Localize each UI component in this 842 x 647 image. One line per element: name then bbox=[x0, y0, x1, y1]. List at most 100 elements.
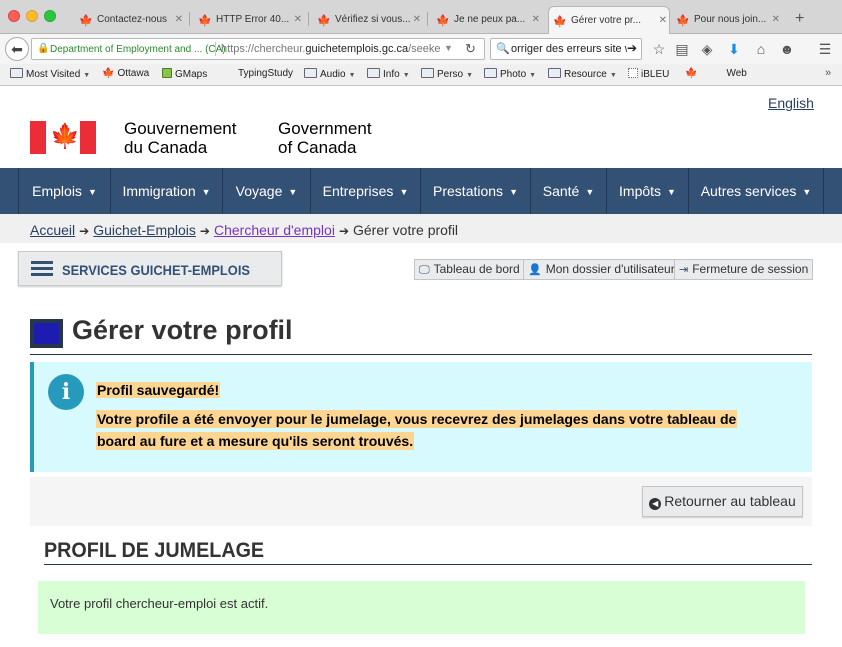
return-label: Retourner au tableau bbox=[664, 493, 796, 509]
url-dropdown-icon[interactable]: ▼ bbox=[444, 43, 453, 53]
bookmark-audio[interactable]: Audio ▼ bbox=[304, 68, 356, 80]
chevron-down-icon: ▼ bbox=[288, 187, 298, 197]
bookmark-star-icon[interactable]: ☆ bbox=[650, 41, 668, 57]
bookmark-label: Photo bbox=[500, 69, 527, 80]
circle-arrow-left-icon: ◀ bbox=[649, 498, 662, 510]
maple-leaf-icon: 🍁 bbox=[317, 15, 331, 27]
user-account-label: Mon dossier d'utilisateur bbox=[545, 262, 675, 276]
new-tab-button[interactable]: + bbox=[795, 10, 804, 28]
chevron-down-icon: ▼ bbox=[348, 72, 356, 79]
bookmarks-toolbar: Most Visited ▼ 🍁 Ottawa GMaps TypingStudy … bbox=[0, 64, 842, 86]
signature-en[interactable]: Government of Canada bbox=[278, 119, 372, 157]
signature-fr[interactable]: Gouvernement du Canada bbox=[124, 119, 236, 157]
page-icon bbox=[628, 68, 638, 78]
folder-icon bbox=[10, 68, 23, 78]
bookmark-photo[interactable]: Photo ▼ bbox=[484, 68, 536, 80]
info-alert: i Profil sauvegardé! Votre profile a été… bbox=[30, 362, 812, 472]
close-tab-icon[interactable]: ✕ bbox=[413, 14, 421, 25]
tab-label: HTTP Error 40... bbox=[216, 14, 290, 25]
bookmark-label: Audio bbox=[320, 69, 346, 80]
chevron-down-icon: ▼ bbox=[529, 72, 537, 79]
downloads-icon[interactable]: ⬇ bbox=[725, 41, 743, 57]
reading-list-icon[interactable]: ▤ bbox=[673, 41, 691, 57]
alert-heading: Profil sauvegardé! bbox=[96, 382, 221, 398]
menu-item-autres-services[interactable]: Autres services ▼ bbox=[688, 168, 824, 214]
site-identity[interactable]: Department of Employment and ... (CA) bbox=[50, 44, 226, 55]
return-to-dashboard-button[interactable]: ◀ Retourner au tableau bbox=[642, 486, 803, 517]
close-tab-icon[interactable]: ✕ bbox=[659, 15, 667, 26]
search-go-icon[interactable]: ➔ bbox=[627, 41, 637, 55]
menu-item-label: Entreprises bbox=[322, 183, 394, 199]
bookmark-perso[interactable]: Perso ▼ bbox=[421, 68, 473, 80]
back-button[interactable]: ⬅ bbox=[5, 37, 29, 61]
menu-item-sante[interactable]: Santé ▼ bbox=[530, 168, 606, 214]
chat-icon[interactable]: ☻ bbox=[778, 41, 796, 57]
maple-leaf-icon: 🍁 bbox=[79, 15, 93, 27]
close-window-button[interactable] bbox=[8, 10, 20, 22]
minimize-window-button[interactable] bbox=[26, 10, 38, 22]
url-text[interactable]: https://chercheur.guichetemplois.gc.ca/s… bbox=[221, 43, 441, 55]
menu-item-label: Emplois bbox=[32, 183, 82, 199]
browser-tab-http-error[interactable]: 🍁 HTTP Error 40... ✕ bbox=[194, 6, 304, 34]
canada-flag-logo[interactable]: 🍁 bbox=[30, 121, 96, 154]
maple-leaf-icon: 🍁 bbox=[50, 123, 80, 150]
menu-item-immigration[interactable]: Immigration ▼ bbox=[110, 168, 222, 214]
more-bookmarks-icon[interactable]: » bbox=[825, 67, 831, 79]
chevron-down-icon: ▼ bbox=[585, 187, 595, 197]
maple-leaf-icon: 🍁 bbox=[436, 15, 450, 27]
tab-separator bbox=[189, 12, 190, 26]
bookmark-resource[interactable]: Resource ▼ bbox=[548, 68, 617, 80]
url-prefix: https://chercheur. bbox=[221, 43, 306, 55]
bookmark-label: Most Visited bbox=[26, 69, 81, 80]
browser-tab-contactez[interactable]: 🍁 Contactez-nous ✕ bbox=[75, 6, 185, 34]
chevron-down-icon: ▼ bbox=[83, 72, 91, 79]
close-tab-icon[interactable]: ✕ bbox=[294, 14, 302, 25]
bookmark-most-visited[interactable]: Most Visited ▼ bbox=[10, 68, 90, 80]
reload-icon[interactable]: ↻ bbox=[465, 41, 476, 57]
pocket-icon[interactable]: ◈ bbox=[698, 41, 716, 57]
menu-item-entreprises[interactable]: Entreprises ▼ bbox=[310, 168, 420, 214]
bookmark-info[interactable]: Info ▼ bbox=[367, 68, 410, 80]
breadcrumb-chercheur[interactable]: Chercheur d'emploi bbox=[214, 222, 335, 238]
hamburger-menu-icon[interactable]: ☰ bbox=[816, 41, 834, 57]
user-account-button[interactable]: 👤 Mon dossier d'utilisateur bbox=[523, 259, 680, 280]
breadcrumb-guichet-emplois[interactable]: Guichet-Emplois bbox=[93, 222, 196, 238]
search-input[interactable]: orriger des erreurs site w bbox=[511, 43, 627, 55]
breadcrumb-accueil[interactable]: Accueil bbox=[30, 222, 75, 238]
browser-tab-pour-nous[interactable]: 🍁 Pour nous join... ✕ bbox=[672, 6, 782, 34]
address-bar[interactable]: 🔒 Department of Employment and ... (CA) … bbox=[31, 38, 485, 60]
dashboard-button[interactable]: 🖵 Tableau de bord bbox=[414, 259, 525, 280]
page-title: Gérer votre profil bbox=[72, 315, 293, 345]
menu-item-prestations[interactable]: Prestations ▼ bbox=[420, 168, 530, 214]
bookmark-gmaps[interactable]: GMaps bbox=[162, 68, 207, 80]
services-menu-button[interactable]: SERVICES GUICHET-EMPLOIS bbox=[18, 251, 282, 286]
zoom-window-button[interactable] bbox=[44, 10, 56, 22]
bookmark-typingstudy[interactable]: TypingStudy bbox=[238, 68, 293, 79]
lock-icon: 🔒 bbox=[37, 43, 50, 54]
browser-tab-verifiez[interactable]: 🍁 Vérifiez si vous... ✕ bbox=[313, 6, 423, 34]
identity-separator bbox=[215, 42, 216, 56]
services-menu-label: SERVICES GUICHET-EMPLOIS bbox=[62, 262, 250, 278]
title-decoration bbox=[30, 319, 63, 348]
close-tab-icon[interactable]: ✕ bbox=[772, 14, 780, 25]
search-bar[interactable]: 🔍 orriger des erreurs site w ➔ bbox=[490, 38, 642, 60]
browser-tab-gerer-profil[interactable]: 🍁 Gérer votre pr... ✕ bbox=[548, 6, 670, 34]
menu-item-label: Santé bbox=[542, 183, 580, 199]
bookmark-ibleu[interactable]: iBLEU bbox=[628, 68, 669, 80]
bookmark-ottawa[interactable]: 🍁 Ottawa bbox=[102, 68, 149, 79]
tab-separator bbox=[427, 12, 428, 26]
browser-tab-je-ne-peux[interactable]: 🍁 Je ne peux pa... ✕ bbox=[432, 6, 542, 34]
bookmark-web[interactable]: 🍁 Web bbox=[685, 68, 747, 79]
logout-button[interactable]: ⇥ Fermeture de session bbox=[674, 259, 814, 280]
language-toggle-link[interactable]: English bbox=[768, 95, 814, 111]
menu-item-impots[interactable]: Impôts ▼ bbox=[606, 168, 688, 214]
close-tab-icon[interactable]: ✕ bbox=[532, 14, 540, 25]
info-icon: i bbox=[48, 374, 84, 410]
arrow-right-icon: ➔ bbox=[338, 224, 349, 238]
maple-leaf-icon: 🍁 bbox=[685, 68, 698, 79]
maple-leaf-icon: 🍁 bbox=[553, 16, 567, 28]
menu-item-emplois[interactable]: Emplois ▼ bbox=[18, 168, 110, 214]
home-icon[interactable]: ⌂ bbox=[752, 41, 770, 57]
menu-item-voyage[interactable]: Voyage ▼ bbox=[222, 168, 310, 214]
close-tab-icon[interactable]: ✕ bbox=[175, 14, 183, 25]
